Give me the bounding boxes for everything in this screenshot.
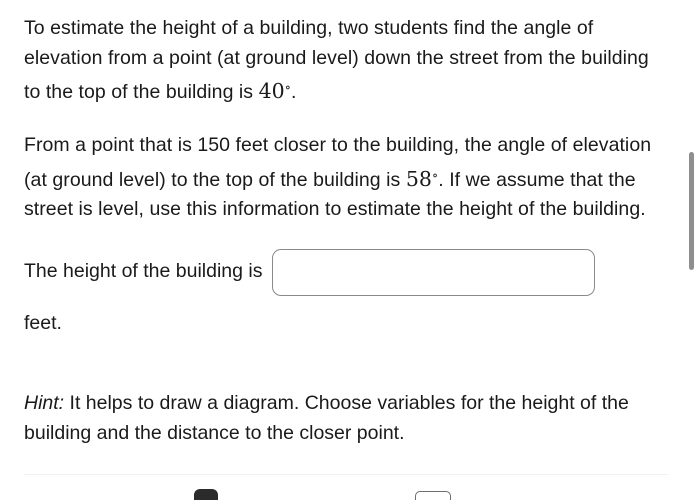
- section-divider: [24, 474, 668, 475]
- answer-label: The height of the building is: [24, 260, 263, 283]
- problem-statement-paragraph-1: To estimate the height of a building, tw…: [24, 14, 656, 107]
- paragraph-1-text-before-angle: To estimate the height of a building, tw…: [24, 17, 649, 103]
- paragraph-1-text-after-angle: .: [291, 80, 297, 103]
- hint-label: Hint:: [24, 392, 65, 414]
- secondary-action-button[interactable]: [415, 491, 451, 500]
- angle-1-number: 40: [258, 78, 285, 103]
- angle-of-elevation-value-1: 40∘: [259, 79, 291, 103]
- angle-2-number: 58: [405, 166, 432, 191]
- answer-row: The height of the building is: [24, 248, 656, 296]
- check-answer-button[interactable]: [194, 489, 218, 500]
- action-toolbar: [0, 489, 700, 500]
- vertical-scrollbar-thumb[interactable]: [689, 152, 694, 270]
- problem-content-pane: To estimate the height of a building, tw…: [0, 0, 700, 500]
- angle-of-elevation-value-2: 58∘: [406, 167, 438, 191]
- answer-units-label: feet.: [24, 311, 62, 334]
- hint-paragraph: Hint: It helps to draw a diagram. Choose…: [24, 389, 656, 448]
- hint-text: It helps to draw a diagram. Choose varia…: [24, 392, 629, 444]
- problem-statement-paragraph-2: From a point that is 150 feet closer to …: [24, 131, 656, 224]
- height-answer-input[interactable]: [271, 248, 595, 296]
